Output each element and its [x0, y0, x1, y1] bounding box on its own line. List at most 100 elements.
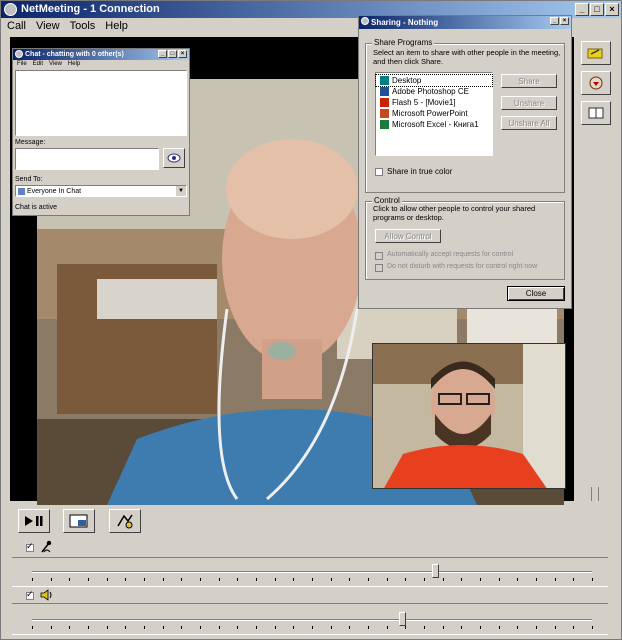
everyone-icon — [18, 187, 25, 195]
microphone-icon — [41, 540, 52, 553]
slider-tick — [181, 578, 182, 581]
send-message-button[interactable] — [163, 148, 185, 168]
netmeeting-icon — [4, 3, 17, 16]
main-menu-bar: Call View Tools Help — [7, 20, 128, 32]
slider-tick — [517, 626, 518, 629]
unshare-all-button[interactable]: Unshare All — [501, 116, 557, 130]
program-list-item[interactable]: Desktop — [375, 74, 493, 87]
slider-tick — [312, 578, 313, 581]
menu-help[interactable]: Help — [105, 20, 128, 32]
slider-tick — [125, 578, 126, 581]
slider-tick — [69, 578, 70, 581]
slider-tick — [256, 626, 257, 629]
slider-tick — [69, 626, 70, 629]
microphone-volume-slider[interactable] — [432, 564, 439, 578]
slider-tick — [368, 626, 369, 629]
send-to-select[interactable]: Everyone In Chat ▼ — [15, 185, 187, 197]
minimize-button[interactable]: _ — [575, 3, 589, 16]
program-name: Microsoft Excel - Книга1 — [392, 120, 479, 129]
send-to-label: Send To: — [15, 176, 43, 183]
slider-tick — [32, 626, 33, 629]
chat-history[interactable] — [15, 70, 187, 136]
resize-grip-icon[interactable] — [591, 487, 599, 501]
maximize-button[interactable]: □ — [590, 3, 604, 16]
remote-control-icon — [117, 514, 133, 529]
slider-tick — [163, 578, 164, 581]
program-list-item[interactable]: Microsoft Excel - Книга1 — [376, 119, 492, 130]
do-not-disturb-checkbox[interactable] — [375, 264, 383, 272]
send-to-value: Everyone In Chat — [27, 187, 82, 195]
sharing-minimize-button[interactable]: _ — [550, 17, 559, 25]
close-button[interactable]: × — [605, 3, 619, 16]
menu-call[interactable]: Call — [7, 20, 26, 32]
slider-tick — [293, 578, 294, 581]
remote-control-button[interactable] — [109, 509, 141, 533]
sharing-title-bar[interactable]: Sharing - Nothing _ × — [359, 16, 571, 29]
picture-in-picture-button[interactable] — [63, 509, 95, 533]
slider-tick — [125, 626, 126, 629]
share-programs-legend: Share Programs — [372, 38, 435, 47]
slider-tick — [424, 578, 425, 581]
picture-in-picture-icon — [69, 514, 88, 528]
menu-view[interactable]: View — [36, 20, 60, 32]
chat-close-button[interactable]: × — [178, 50, 187, 58]
slider-tick — [387, 578, 388, 581]
slider-tick — [275, 626, 276, 629]
share-button[interactable]: Share — [501, 74, 557, 88]
slider-tick — [144, 626, 145, 629]
unshare-button[interactable]: Unshare — [501, 96, 557, 110]
chevron-down-icon[interactable]: ▼ — [176, 186, 186, 196]
excel-icon — [380, 120, 389, 129]
sharing-close-dialog-button[interactable]: Close — [507, 286, 565, 301]
true-color-label: Share in true color — [387, 167, 453, 176]
allow-control-button[interactable]: Allow Control — [375, 229, 441, 243]
menu-tools[interactable]: Tools — [70, 20, 96, 32]
chat-title-bar[interactable]: Chat - chatting with 0 other(s) _ □ × — [13, 49, 189, 60]
slider-tick — [312, 626, 313, 629]
true-color-checkbox[interactable] — [375, 168, 383, 176]
chat-menu-help[interactable]: Help — [68, 61, 80, 67]
slider-tick — [480, 626, 481, 629]
chat-menu-file[interactable]: File — [17, 61, 27, 67]
slider-tick — [592, 578, 593, 581]
auto-accept-label: Automatically accept requests for contro… — [387, 251, 514, 258]
chat-window: Chat - chatting with 0 other(s) _ □ × Fi… — [12, 48, 190, 216]
slider-tick — [256, 578, 257, 581]
auto-accept-checkbox[interactable] — [375, 252, 383, 260]
whiteboard-button[interactable] — [581, 71, 611, 95]
chat-icon — [15, 50, 23, 58]
chat-minimize-button[interactable]: _ — [158, 50, 167, 58]
slider-tick — [517, 578, 518, 581]
sharing-close-button[interactable]: × — [560, 17, 569, 25]
program-list-item[interactable]: Microsoft PowerPoint — [376, 108, 492, 119]
program-list[interactable]: Desktop Adobe Photoshop CE Flash 5 - [Movi… — [375, 72, 493, 156]
desktop-icon — [380, 76, 389, 85]
microphone-checkbox[interactable] — [26, 541, 34, 552]
self-view-video — [372, 343, 566, 489]
slider-tick — [461, 626, 462, 629]
speaker-checkbox[interactable] — [26, 589, 34, 600]
slider-tick — [275, 578, 276, 581]
play-pause-button[interactable] — [18, 509, 50, 533]
program-name: Adobe Photoshop CE — [392, 87, 469, 96]
slider-tick — [293, 626, 294, 629]
chat-menu-edit[interactable]: Edit — [33, 61, 43, 67]
file-transfer-button[interactable] — [581, 101, 611, 125]
chat-menu-view[interactable]: View — [49, 61, 62, 67]
program-list-item[interactable]: Flash 5 - [Movie1] — [376, 97, 492, 108]
message-input[interactable] — [15, 148, 159, 170]
chat-maximize-button[interactable]: □ — [168, 50, 177, 58]
speaker-track — [32, 619, 592, 621]
share-program-button[interactable] — [581, 41, 611, 65]
speaker-icon — [40, 589, 52, 601]
slider-tick — [349, 626, 350, 629]
slider-tick — [424, 626, 425, 629]
speaker-level-panel — [12, 603, 608, 635]
program-list-item[interactable]: Adobe Photoshop CE — [376, 86, 492, 97]
slider-tick — [219, 578, 220, 581]
slider-tick — [349, 578, 350, 581]
play-pause-icon — [25, 516, 43, 526]
speaker-volume-slider[interactable] — [399, 612, 406, 626]
slider-tick — [443, 626, 444, 629]
slider-tick — [555, 626, 556, 629]
